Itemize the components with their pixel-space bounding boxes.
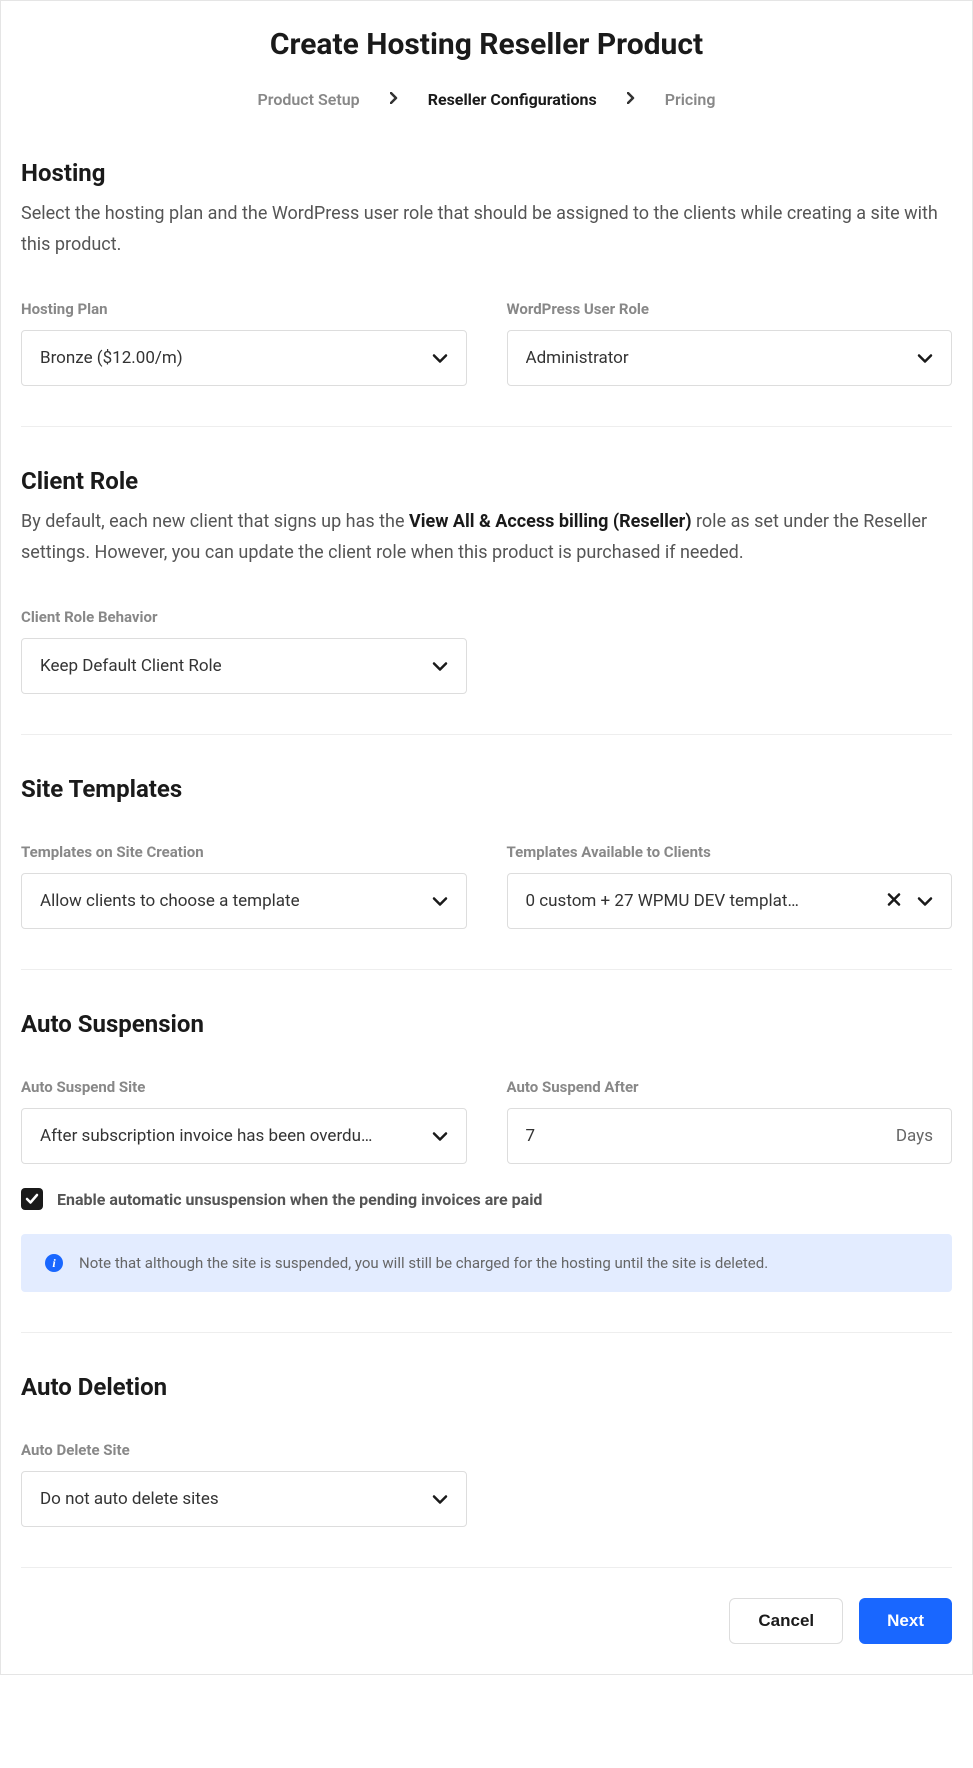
step-product-setup[interactable]: Product Setup	[258, 90, 360, 109]
wp-role-select[interactable]: Administrator	[507, 330, 953, 386]
client-role-behavior-label: Client Role Behavior	[21, 608, 467, 626]
hosting-plan-value: Bronze ($12.00/m)	[40, 348, 416, 368]
auto-suspend-label: Auto Suspend Site	[21, 1078, 467, 1096]
page-title: Create Hosting Reseller Product	[21, 27, 952, 62]
hosting-heading: Hosting	[21, 159, 952, 187]
hosting-desc: Select the hosting plan and the WordPres…	[21, 199, 952, 260]
hosting-plan-select[interactable]: Bronze ($12.00/m)	[21, 330, 467, 386]
chevron-right-icon	[390, 92, 398, 108]
templates-available-label: Templates Available to Clients	[507, 843, 953, 861]
chevron-right-icon	[627, 92, 635, 108]
next-button[interactable]: Next	[859, 1598, 952, 1644]
stepper: Product Setup Reseller Configurations Pr…	[21, 90, 952, 109]
wp-role-value: Administrator	[526, 348, 902, 368]
step-pricing[interactable]: Pricing	[665, 90, 716, 109]
chevron-down-icon	[432, 349, 448, 368]
divider	[21, 426, 952, 427]
chevron-down-icon	[917, 349, 933, 368]
templates-creation-label: Templates on Site Creation	[21, 843, 467, 861]
chevron-down-icon	[432, 1127, 448, 1146]
auto-delete-value: Do not auto delete sites	[40, 1489, 416, 1509]
auto-delete-select[interactable]: Do not auto delete sites	[21, 1471, 467, 1527]
chevron-down-icon	[432, 1490, 448, 1509]
auto-suspension-heading: Auto Suspension	[21, 1010, 952, 1038]
auto-suspend-after-label: Auto Suspend After	[507, 1078, 953, 1096]
hosting-plan-label: Hosting Plan	[21, 300, 467, 318]
auto-unsuspend-label: Enable automatic unsuspension when the p…	[57, 1190, 542, 1209]
chevron-down-icon	[917, 892, 933, 911]
client-role-behavior-value: Keep Default Client Role	[40, 656, 416, 676]
auto-suspend-after-unit: Days	[896, 1126, 933, 1146]
info-icon: i	[45, 1254, 63, 1272]
cancel-button[interactable]: Cancel	[729, 1598, 843, 1644]
divider	[21, 734, 952, 735]
suspension-note: i Note that although the site is suspend…	[21, 1234, 952, 1292]
auto-unsuspend-checkbox[interactable]	[21, 1188, 43, 1210]
auto-suspend-after-value: 7	[526, 1126, 896, 1146]
site-templates-heading: Site Templates	[21, 775, 952, 803]
auto-suspend-after-input[interactable]: 7 Days	[507, 1108, 953, 1164]
auto-delete-label: Auto Delete Site	[21, 1441, 467, 1459]
auto-deletion-heading: Auto Deletion	[21, 1373, 952, 1401]
client-role-heading: Client Role	[21, 467, 952, 495]
wp-role-label: WordPress User Role	[507, 300, 953, 318]
auto-suspend-select[interactable]: After subscription invoice has been over…	[21, 1108, 467, 1164]
step-reseller-config[interactable]: Reseller Configurations	[428, 90, 597, 109]
divider	[21, 969, 952, 970]
close-icon[interactable]	[887, 891, 901, 912]
chevron-down-icon	[432, 657, 448, 676]
client-role-desc: By default, each new client that signs u…	[21, 507, 952, 568]
suspension-note-text: Note that although the site is suspended…	[79, 1254, 768, 1272]
templates-creation-select[interactable]: Allow clients to choose a template	[21, 873, 467, 929]
divider	[21, 1332, 952, 1333]
templates-available-select[interactable]: 0 custom + 27 WPMU DEV templat…	[507, 873, 953, 929]
chevron-down-icon	[432, 892, 448, 911]
auto-suspend-value: After subscription invoice has been over…	[40, 1126, 416, 1146]
client-role-behavior-select[interactable]: Keep Default Client Role	[21, 638, 467, 694]
templates-available-value: 0 custom + 27 WPMU DEV templat…	[526, 891, 872, 911]
templates-creation-value: Allow clients to choose a template	[40, 891, 416, 911]
